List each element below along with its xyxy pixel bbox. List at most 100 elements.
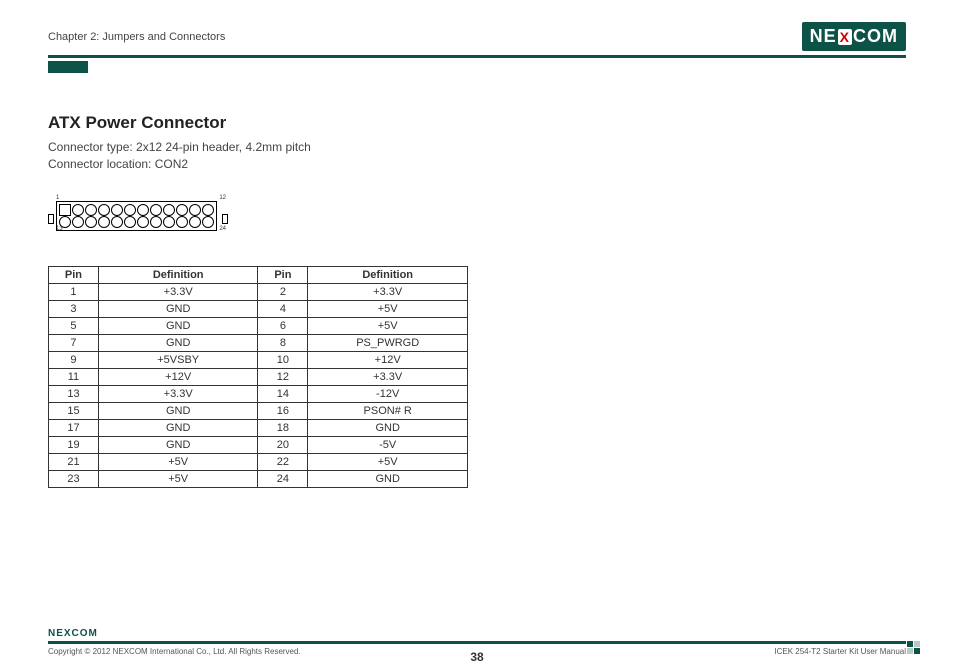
cell-def: -12V <box>308 385 468 402</box>
cell-def: PSON# R <box>308 402 468 419</box>
section-title: ATX Power Connector <box>48 113 906 133</box>
header-bar: Chapter 2: Jumpers and Connectors NEXCOM <box>48 22 906 58</box>
table-row: 3GND4+5V <box>49 300 468 317</box>
cell-def: +12V <box>308 351 468 368</box>
cell-pin: 22 <box>258 453 308 470</box>
pin <box>137 216 149 228</box>
th-pin-1: Pin <box>49 266 99 283</box>
cell-def: +3.3V <box>98 283 258 300</box>
pin-1 <box>59 204 71 216</box>
table-row: 7GND8PS_PWRGD <box>49 334 468 351</box>
th-pin-2: Pin <box>258 266 308 283</box>
connector-diagram: 1 12 13 24 <box>48 195 906 232</box>
copyright-text: Copyright © 2012 NEXCOM International Co… <box>48 647 301 656</box>
cell-pin: 12 <box>258 368 308 385</box>
pin <box>59 216 71 228</box>
cell-def: GND <box>98 334 258 351</box>
connector-location-line: Connector location: CON2 <box>48 156 906 173</box>
cell-def: GND <box>308 470 468 487</box>
pin <box>72 204 84 216</box>
table-row: 9+5VSBY10+12V <box>49 351 468 368</box>
logo-part-x: X <box>838 29 852 45</box>
cell-def: +5V <box>98 470 258 487</box>
cell-def: +5V <box>308 300 468 317</box>
cell-def: GND <box>98 402 258 419</box>
page-number: 38 <box>470 650 483 664</box>
cell-def: GND <box>98 317 258 334</box>
pin <box>72 216 84 228</box>
table-row: 15GND16PSON# R <box>49 402 468 419</box>
table-row: 23+5V24GND <box>49 470 468 487</box>
cell-pin: 8 <box>258 334 308 351</box>
cell-pin: 23 <box>49 470 99 487</box>
pin <box>176 216 188 228</box>
cell-pin: 3 <box>49 300 99 317</box>
cell-pin: 21 <box>49 453 99 470</box>
cell-def: -5V <box>308 436 468 453</box>
pin <box>98 216 110 228</box>
cell-def: GND <box>98 300 258 317</box>
footer-logo: NEXCOM <box>48 628 906 639</box>
cell-pin: 10 <box>258 351 308 368</box>
table-row: 13+3.3V14-12V <box>49 385 468 402</box>
pin <box>98 204 110 216</box>
th-def-2: Definition <box>308 266 468 283</box>
th-def-1: Definition <box>98 266 258 283</box>
connector-type-line: Connector type: 2x12 24-pin header, 4.2m… <box>48 139 906 156</box>
table-row: 11+12V12+3.3V <box>49 368 468 385</box>
cell-def: GND <box>308 419 468 436</box>
table-row: 19GND20-5V <box>49 436 468 453</box>
cell-def: PS_PWRGD <box>308 334 468 351</box>
manual-name: ICEK 254-T2 Starter Kit User Manual <box>774 647 906 656</box>
pin <box>124 204 136 216</box>
cell-pin: 9 <box>49 351 99 368</box>
pin-label-12: 12 <box>219 195 226 201</box>
logo-part-left: NE <box>810 26 837 47</box>
cell-pin: 1 <box>49 283 99 300</box>
section-subtext: Connector type: 2x12 24-pin header, 4.2m… <box>48 139 906 173</box>
pin <box>163 204 175 216</box>
pin <box>189 204 201 216</box>
pin <box>111 204 123 216</box>
page-footer: NEXCOM Copyright © 2012 NEXCOM Internati… <box>48 628 906 656</box>
pin <box>85 204 97 216</box>
cell-def: +12V <box>98 368 258 385</box>
cell-def: GND <box>98 419 258 436</box>
brand-logo: NEXCOM <box>802 22 906 51</box>
connector-side-tab-right <box>222 214 228 224</box>
connector-side-tab-left <box>48 214 54 224</box>
cell-def: +5V <box>98 453 258 470</box>
pin <box>85 216 97 228</box>
cell-pin: 14 <box>258 385 308 402</box>
table-row: 17GND18GND <box>49 419 468 436</box>
cell-def: +5V <box>308 453 468 470</box>
connector-body <box>56 201 217 231</box>
cell-pin: 2 <box>258 283 308 300</box>
cell-pin: 13 <box>49 385 99 402</box>
pin-row-bottom <box>59 216 214 228</box>
cell-def: +5VSBY <box>98 351 258 368</box>
pin-definition-table: Pin Definition Pin Definition 1+3.3V2+3.… <box>48 266 468 488</box>
cell-def: +3.3V <box>308 368 468 385</box>
cell-def: GND <box>98 436 258 453</box>
logo-part-right: COM <box>853 26 898 47</box>
pin <box>202 216 214 228</box>
cell-pin: 17 <box>49 419 99 436</box>
pin <box>176 204 188 216</box>
cell-pin: 18 <box>258 419 308 436</box>
table-row: 5GND6+5V <box>49 317 468 334</box>
cell-pin: 11 <box>49 368 99 385</box>
cell-pin: 15 <box>49 402 99 419</box>
table-row: 21+5V22+5V <box>49 453 468 470</box>
pin <box>202 204 214 216</box>
cell-pin: 24 <box>258 470 308 487</box>
cell-def: +3.3V <box>98 385 258 402</box>
cell-def: +3.3V <box>308 283 468 300</box>
pin <box>189 216 201 228</box>
cell-pin: 16 <box>258 402 308 419</box>
chapter-label: Chapter 2: Jumpers and Connectors <box>48 31 225 43</box>
cell-pin: 5 <box>49 317 99 334</box>
footer-decor-icon <box>907 641 920 654</box>
pin <box>150 216 162 228</box>
table-header-row: Pin Definition Pin Definition <box>49 266 468 283</box>
